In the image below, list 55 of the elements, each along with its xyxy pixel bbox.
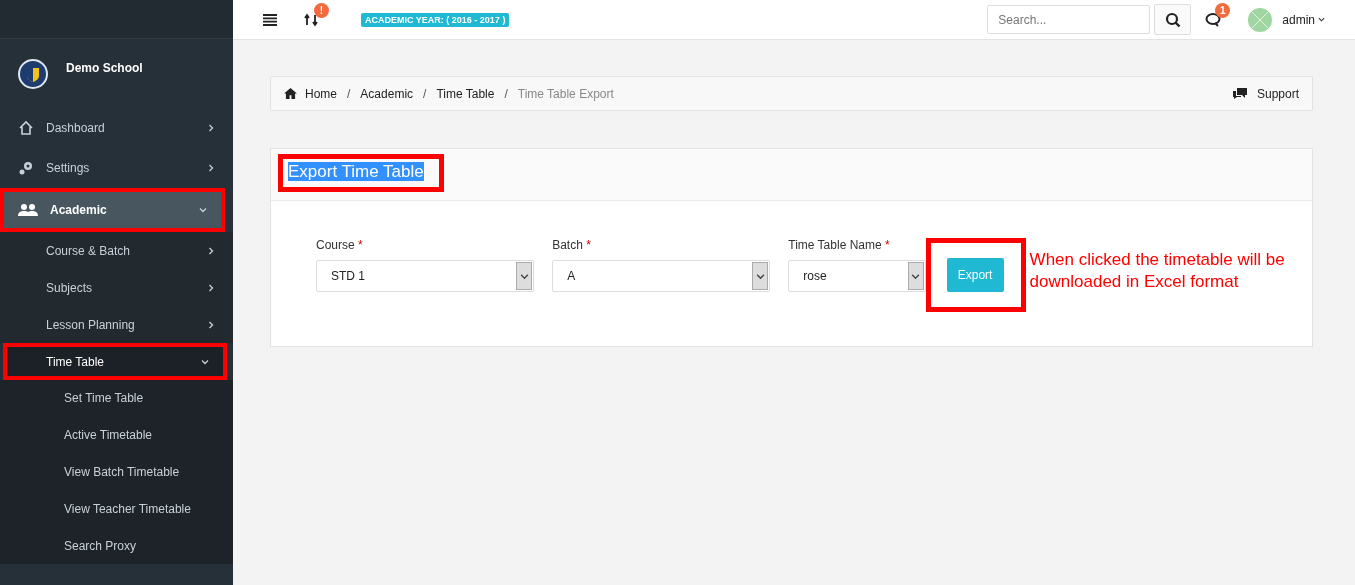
search-icon [1164, 11, 1181, 28]
field-label: Course * [316, 238, 364, 252]
support-link[interactable]: Support [1256, 86, 1299, 101]
annotation-text: When clicked the timetable will be downloaded in Excel format [1029, 249, 1286, 293]
sync-icon[interactable] [304, 12, 318, 27]
sidebar-item[interactable]: View Batch Timetable [0, 453, 233, 491]
user-menu[interactable]: admin [1282, 12, 1315, 27]
chevron-down-icon [1318, 16, 1325, 23]
sidebar-item[interactable]: View Teacher Timetable [0, 490, 233, 528]
chevron-right-icon [207, 246, 215, 255]
chat-icon [1232, 88, 1247, 99]
dropdown-icon [907, 262, 924, 290]
field-label: Batch * [552, 238, 592, 252]
notification-badge: ! [314, 3, 329, 18]
sidebar-item[interactable]: Set Time Table [0, 380, 233, 417]
sidebar-item[interactable]: Subjects [0, 269, 233, 306]
chevron-right-icon [207, 124, 215, 132]
message-badge: 1 [1215, 2, 1231, 18]
breadcrumb-link[interactable]: Academic [360, 86, 414, 101]
sidebar-item[interactable]: Time Table [3, 343, 227, 380]
chat-icon[interactable] [1205, 12, 1222, 27]
school-logo [18, 59, 48, 89]
dropdown-icon [752, 262, 769, 290]
search-button[interactable] [1154, 4, 1192, 35]
dropdown-icon [516, 262, 533, 290]
sidebar-item[interactable]: Course & Batch [0, 232, 233, 269]
sidebar-item[interactable]: Active Timetable [0, 416, 233, 454]
breadcrumb-separator: / [504, 86, 508, 101]
users-icon [18, 203, 38, 217]
menu-icon[interactable] [263, 13, 277, 26]
sidebar-item[interactable]: Settings [0, 148, 233, 188]
select-field[interactable]: STD 1 [316, 260, 535, 292]
select-field[interactable]: A [552, 260, 771, 292]
home-icon [284, 88, 297, 99]
gears-icon [18, 160, 34, 176]
sidebar-item[interactable]: Academic [0, 188, 225, 232]
breadcrumb-separator: / [347, 86, 351, 101]
chevron-right-icon [207, 283, 215, 292]
sidebar-item[interactable]: Dashboard [0, 108, 233, 148]
sidebar-item[interactable]: Lesson Planning [0, 306, 233, 343]
breadcrumb-separator: / [423, 86, 427, 101]
breadcrumb-link[interactable]: Home [305, 86, 337, 101]
select-field[interactable]: rose [788, 260, 926, 292]
home-icon [18, 120, 34, 136]
chevron-right-icon [207, 164, 215, 172]
school-name: Demo School [66, 61, 143, 75]
chevron-right-icon [207, 320, 215, 329]
breadcrumb-link[interactable]: Time Table [436, 86, 495, 101]
search-field[interactable]: Search... [987, 5, 1151, 34]
field-label: Time Table Name * [788, 238, 891, 252]
sidebar-item[interactable]: Search Proxy [0, 527, 233, 564]
chevron-down-icon [199, 206, 207, 214]
academic-year-badge: ACADEMIC YEAR: ( 2016 - 2017 ) [361, 12, 510, 27]
card-title: Export Time Table [288, 162, 424, 181]
chevron-down-icon [201, 357, 209, 366]
